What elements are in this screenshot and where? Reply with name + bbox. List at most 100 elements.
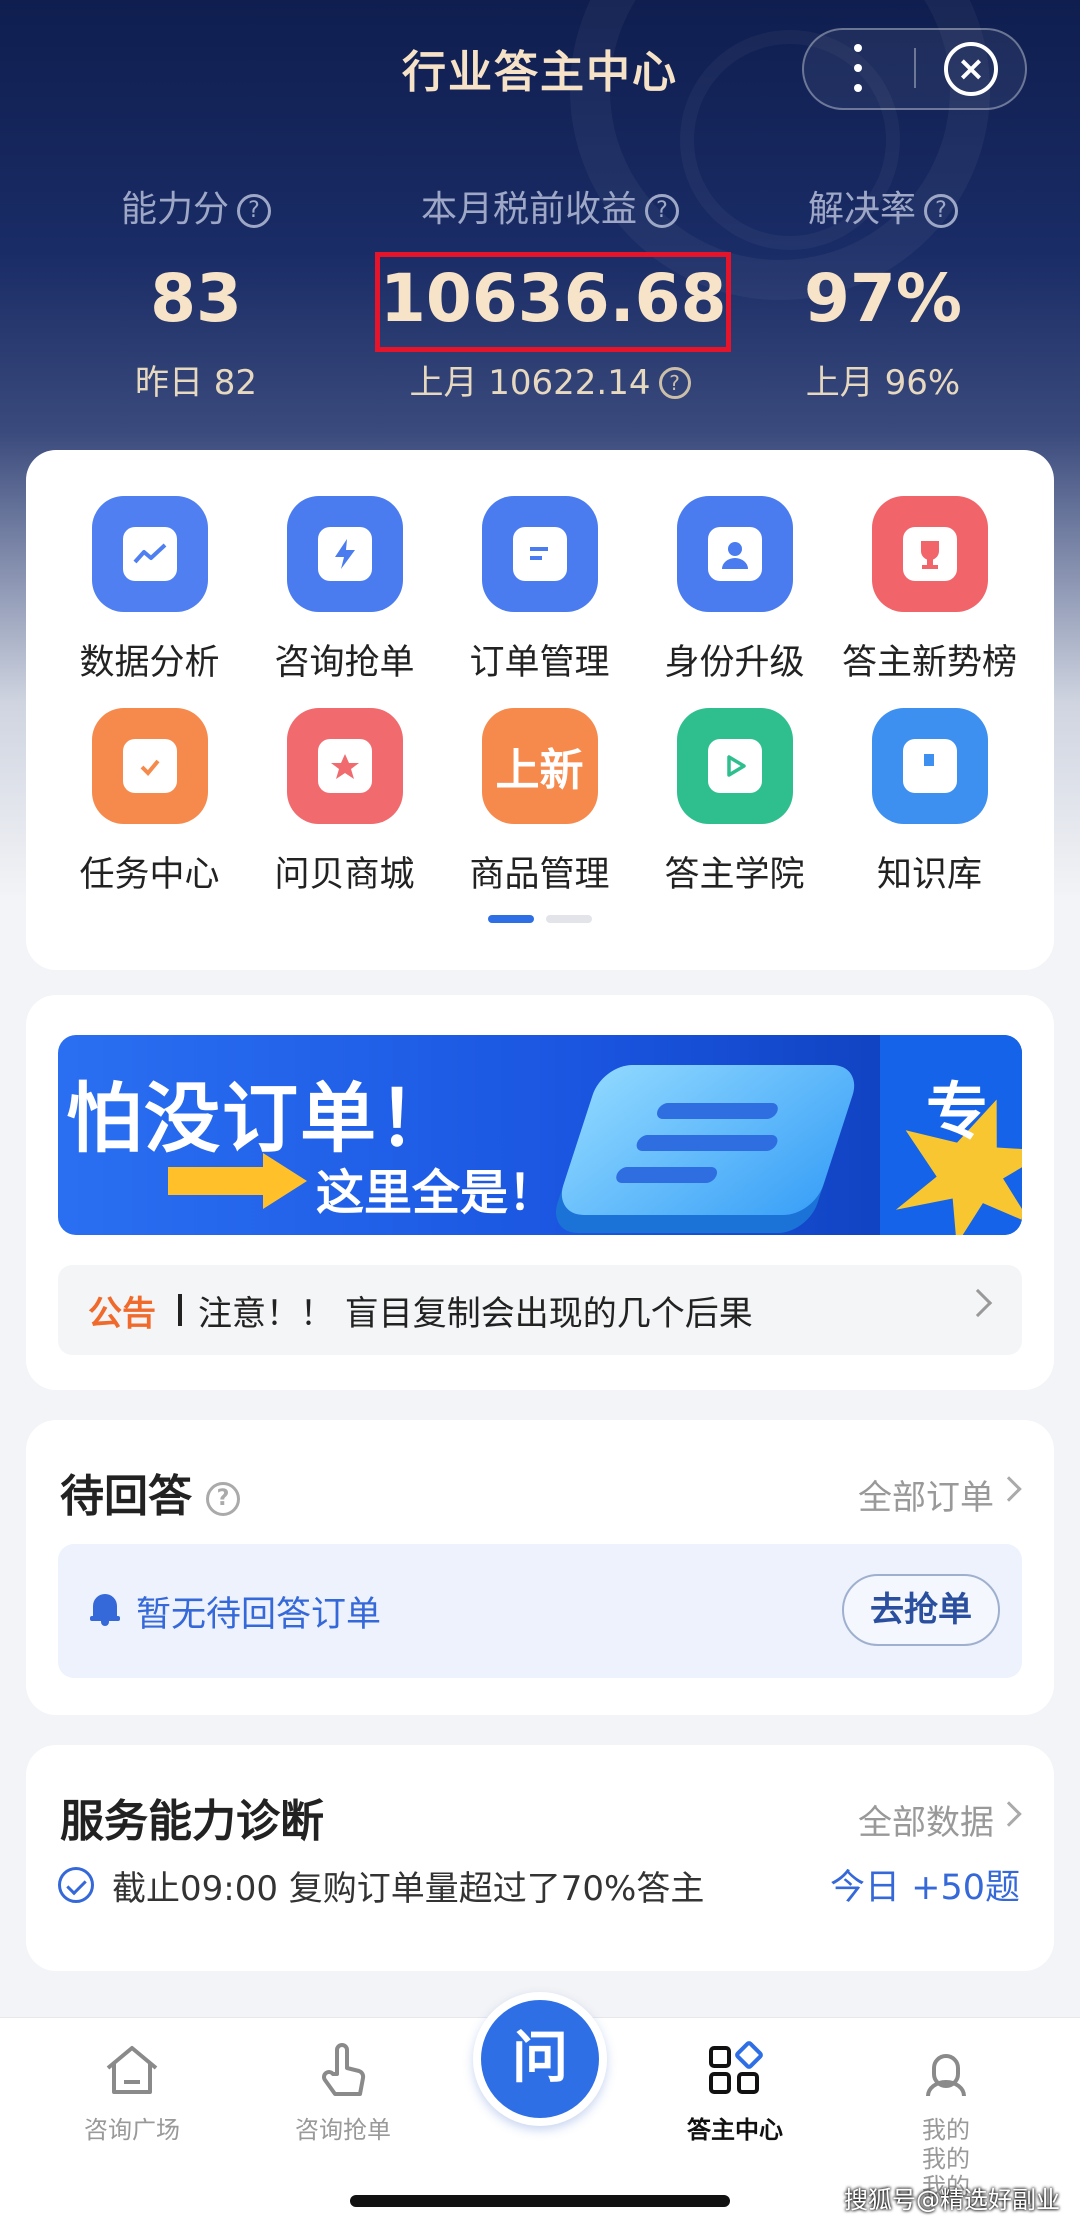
banner-next-text: 专 [926, 1075, 989, 1148]
divider [178, 1294, 182, 1326]
empty-state-text: 暂无待回答订单 [136, 1595, 382, 1635]
app-glyph [902, 739, 957, 793]
page-dot [546, 915, 592, 923]
app-item-6[interactable]: 任务中心 [52, 708, 247, 897]
app-item-4[interactable]: 身份升级 [637, 496, 832, 685]
app-label: 订单管理 [469, 643, 610, 683]
watermark: 搜狐号@精选好副业 [844, 2186, 1060, 2214]
stat-value: 97% [804, 260, 962, 337]
all-data-link[interactable]: 全部数据 [858, 1795, 994, 1844]
service-diagnosis-card: 服务能力诊断 全部数据 截止09:00 复购订单量超过了70%答主 今日 +50… [26, 1745, 1054, 1971]
lightning-icon [286, 496, 403, 612]
tab-label-overflow: 我的 [922, 2145, 970, 2173]
stat-resolution-rate: 解决率? 97% 上月 96% [778, 180, 988, 404]
stat-label: 能力分 [120, 189, 229, 230]
diagnosis-text: 截止09:00 复购订单量超过了70%答主 [112, 1869, 705, 1909]
all-orders-link[interactable]: 全部订单 [858, 1470, 994, 1519]
app-item-3[interactable]: 订单管理 [442, 496, 637, 685]
help-icon[interactable]: ? [237, 194, 271, 228]
highlight-box [375, 252, 731, 352]
stat-label: 本月税前收益 [420, 189, 637, 230]
app-glyph [902, 527, 957, 581]
user-icon [676, 496, 793, 612]
app-grid-card: 数据分析 咨询抢单 订单管理 身份升级 答主新势榜 任务中心 问贝商城 上新 商品管理 答主学院… [26, 450, 1054, 970]
trophy-icon [871, 496, 988, 612]
tab-answerer-center[interactable]: 答主中心 [635, 2038, 835, 2145]
app-label: 问贝商城 [274, 855, 415, 895]
app-item-10[interactable]: 知识库 [832, 708, 1027, 897]
profile-icon [914, 2038, 978, 2102]
chat-bubble-illustration [553, 1065, 863, 1215]
section-title: 待回答 [60, 1471, 192, 1522]
home-icon [100, 2038, 164, 2102]
capsule-divider [914, 48, 916, 88]
book-icon [871, 708, 988, 824]
close-icon[interactable]: × [944, 42, 998, 96]
tab-label: 我的 [922, 2116, 970, 2144]
grid-icon [703, 2038, 767, 2102]
tab-profile[interactable]: 我的 我的 我的 [846, 2038, 1046, 2201]
more-menu-icon[interactable] [838, 40, 878, 96]
help-icon[interactable]: ? [645, 194, 679, 228]
app-grid-row: 任务中心 问贝商城 上新 商品管理 答主学院 知识库 [26, 708, 1054, 897]
grab-order-button[interactable]: 去抢单 [842, 1574, 1000, 1646]
app-item-8[interactable]: 上新 商品管理 [442, 708, 637, 897]
app-label: 答主学院 [664, 855, 805, 895]
section-title: 服务能力诊断 [60, 1796, 324, 1847]
new-tag-icon: 上新 [481, 708, 598, 824]
announcement-text: 注意！！ 盲目复制会出现的几个后果 [198, 1293, 753, 1334]
document-icon [481, 496, 598, 612]
check-circle-icon [58, 1867, 94, 1903]
empty-state: 暂无待回答订单 去抢单 [58, 1544, 1022, 1678]
app-glyph [317, 527, 372, 581]
page-dot-active [488, 915, 534, 923]
chevron-right-icon [996, 1801, 1022, 1827]
app-label: 商品管理 [469, 855, 610, 895]
announcement-bar[interactable]: 公告 注意！！ 盲目复制会出现的几个后果 [58, 1265, 1022, 1355]
promo-card: 怕没订单！ 这里全是！ 专 公告 注意！！ 盲目复制会出现的几个后果 [26, 995, 1054, 1390]
page-indicator [26, 915, 1054, 923]
app-glyph [122, 739, 177, 793]
bell-icon [90, 1592, 120, 1626]
pending-answers-card: 待回答? 全部订单 暂无待回答订单 去抢单 [26, 1420, 1054, 1715]
app-glyph [707, 527, 762, 581]
tap-icon [311, 2038, 375, 2102]
stat-sub: 昨日 82 [134, 363, 258, 403]
app-label: 咨询抢单 [274, 643, 415, 683]
app-label: 任务中心 [79, 855, 220, 895]
arrow-icon [168, 1167, 268, 1195]
app-grid-row: 数据分析 咨询抢单 订单管理 身份升级 答主新势榜 [26, 496, 1054, 685]
app-item-2[interactable]: 咨询抢单 [247, 496, 442, 685]
play-icon [676, 708, 793, 824]
stat-sub: 上月 10622.14 [409, 363, 651, 403]
app-label: 数据分析 [79, 643, 220, 683]
stat-ability-score: 能力分? 83 昨日 82 [96, 180, 296, 404]
help-icon[interactable]: ? [206, 1482, 240, 1516]
home-indicator [350, 2195, 730, 2207]
promo-banner[interactable]: 怕没订单！ 这里全是！ 专 [58, 1035, 1022, 1235]
stat-label: 解决率 [807, 189, 916, 230]
shell-icon [286, 708, 403, 824]
app-item-9[interactable]: 答主学院 [637, 708, 832, 897]
ask-button[interactable]: 问 [473, 1992, 607, 2126]
banner-subline: 这里全是！ [316, 1165, 557, 1221]
app-glyph [122, 527, 177, 581]
today-count[interactable]: 今日 +50题 [830, 1859, 1020, 1910]
app-item-1[interactable]: 数据分析 [52, 496, 247, 685]
help-icon[interactable]: ? [924, 194, 958, 228]
chevron-right-icon [996, 1476, 1022, 1502]
app-glyph [317, 739, 372, 793]
app-item-5[interactable]: 答主新势榜 [832, 496, 1027, 685]
app-glyph [512, 527, 567, 581]
app-glyph [707, 739, 762, 793]
announcement-tag: 公告 [88, 1293, 156, 1334]
app-item-7[interactable]: 问贝商城 [247, 708, 442, 897]
tab-label: 答主中心 [687, 2116, 783, 2144]
help-icon[interactable]: ? [658, 367, 691, 399]
app-label: 知识库 [876, 855, 982, 895]
tab-grab-orders[interactable]: 咨询抢单 [243, 2038, 443, 2145]
app-icon-text: 上新 [495, 745, 584, 796]
tab-consult-square[interactable]: 咨询广场 [32, 2038, 232, 2145]
app-label: 身份升级 [664, 643, 805, 683]
tab-label: 咨询广场 [84, 2116, 180, 2144]
